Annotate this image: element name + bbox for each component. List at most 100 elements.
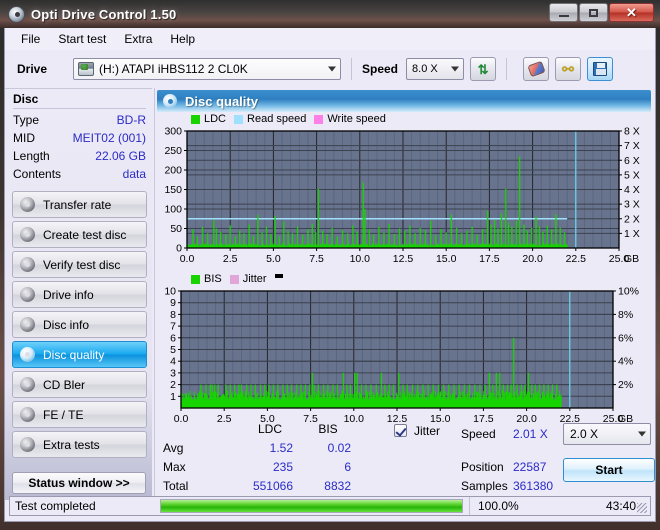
test-speed-select[interactable]: 2.0 X [563, 423, 651, 445]
progress-percent: 100.0% [469, 497, 529, 515]
ldc-chart[interactable]: 0 50 100 150 200 250 300 1 X2 X3 X4 X5 X6 X7 X8… [155, 126, 654, 268]
drive-label: Drive [17, 62, 48, 76]
svg-text:7: 7 [170, 321, 176, 333]
disc-row-mid: MID MEIT02 (001) [13, 129, 146, 147]
menu-item-file[interactable]: File [13, 30, 48, 48]
svg-text:7 X: 7 X [624, 140, 640, 152]
sidebar-item-fe-te[interactable]: FE / TE [12, 401, 147, 428]
jitter-label: Jitter [414, 424, 441, 438]
minimize-button[interactable] [549, 3, 578, 22]
menu-item-help[interactable]: Help [162, 30, 203, 48]
svg-text:22.5: 22.5 [566, 253, 587, 265]
disc-row-type: Type BD-R [13, 111, 146, 129]
stats-value-avg-bis: 0.02 [327, 441, 351, 455]
legend-label-write-speed: Write speed [327, 113, 386, 125]
disc-row-contents: Contents data [13, 165, 146, 183]
svg-text:3 X: 3 X [624, 199, 640, 211]
disc-icon [20, 197, 35, 212]
sidebar-item-disc-quality[interactable]: Disc quality [12, 341, 147, 368]
svg-text:2 X: 2 X [624, 213, 640, 225]
svg-text:50: 50 [170, 223, 182, 235]
erase-button[interactable] [523, 57, 550, 81]
stats-value-total-ldc: 551066 [252, 479, 293, 493]
speed-label: Speed [362, 62, 399, 76]
status-window-button[interactable]: Status window >> [12, 472, 146, 494]
sidebar-item-transfer-rate[interactable]: Transfer rate [12, 191, 147, 218]
svg-text:200: 200 [164, 165, 182, 177]
svg-text:4%: 4% [618, 356, 633, 368]
disc-row-label: Contents [13, 167, 62, 181]
refresh-button[interactable]: ⇅ [470, 57, 497, 81]
chart1-legend: LDC Read speed Write speed [155, 112, 654, 126]
save-button[interactable] [587, 57, 614, 81]
svg-text:10%: 10% [618, 286, 639, 298]
bolt-icon: ⚯ [562, 61, 574, 77]
menu-item-extra[interactable]: Extra [116, 30, 160, 48]
status-bar: Test completed 100.0% 43:40 [9, 496, 651, 516]
svg-text:5 X: 5 X [624, 169, 640, 181]
title-bar: Opti Drive Control 1.50 ✕ [0, 0, 660, 28]
legend-label-ldc: LDC [204, 113, 227, 125]
sidebar-item-label: FE / TE [43, 407, 84, 422]
toolbar-divider-2 [506, 58, 508, 80]
disc-row-value: BD-R [116, 113, 146, 127]
menu-bar: File Start test Extra Help [5, 28, 655, 50]
svg-text:20.0: 20.0 [522, 253, 543, 265]
maximize-button[interactable] [579, 3, 608, 22]
svg-text:250: 250 [164, 145, 182, 157]
svg-text:8: 8 [170, 309, 176, 321]
svg-text:150: 150 [164, 184, 182, 196]
sidebar-item-create-test-disc[interactable]: Create test disc [12, 221, 147, 248]
bis-chart[interactable]: 1 2 3 4 5 6 7 8 9 10 2% 4% 6% 8% 10% 0.0 2.5 5.0 7.5 10.0 12… [155, 286, 654, 428]
eraser-icon [526, 60, 546, 78]
sidebar-item-cd-bler[interactable]: CD Bler [12, 371, 147, 398]
svg-text:100: 100 [164, 204, 182, 216]
stats-value-max-bis: 6 [344, 460, 351, 474]
disc-icon [20, 227, 35, 242]
chevron-down-icon [328, 66, 336, 72]
sidebar-item-disc-info[interactable]: Disc info [12, 311, 147, 338]
svg-text:4: 4 [170, 356, 176, 368]
chart2-legend: BIS Jitter [155, 272, 654, 286]
sidebar-item-drive-info[interactable]: Drive info [12, 281, 147, 308]
svg-text:1: 1 [170, 391, 176, 403]
drive-select[interactable]: (H:) ATAPI iHBS112 2 CL0K [73, 58, 341, 80]
disc-icon [20, 257, 35, 272]
stats-value-avg-ldc: 1.52 [269, 441, 293, 455]
legend-swatch-read-speed [234, 114, 244, 124]
statistics-panel: LDC BIS Avg 1.52 0.02 Max 235 6 Total 55… [155, 420, 655, 498]
sidebar-item-label: Drive info [43, 287, 94, 302]
bolt-button[interactable]: ⚯ [555, 57, 582, 81]
disc-quality-panel: Disc quality LDC Read speed Write speed … [154, 88, 655, 500]
legend-swatch-bis [191, 274, 200, 284]
svg-text:2: 2 [170, 379, 176, 391]
svg-text:5: 5 [170, 344, 176, 356]
drive-icon [78, 62, 94, 76]
svg-text:15.0: 15.0 [436, 253, 457, 265]
application-window: Opti Drive Control 1.50 ✕ File Start tes… [0, 0, 660, 530]
resize-grip-icon[interactable] [637, 503, 647, 513]
sidebar-item-verify-test-disc[interactable]: Verify test disc [12, 251, 147, 278]
svg-text:8 X: 8 X [624, 126, 640, 138]
svg-text:0.0: 0.0 [180, 253, 195, 265]
close-button[interactable]: ✕ [609, 3, 654, 22]
svg-text:300: 300 [164, 126, 182, 138]
sidebar-item-extra-tests[interactable]: Extra tests [12, 431, 147, 458]
menu-item-start-test[interactable]: Start test [50, 30, 114, 48]
sidebar-item-label: Disc info [43, 317, 90, 332]
disc-icon [20, 437, 35, 452]
sidebar-item-label: CD Bler [43, 377, 86, 392]
stats-header-bis: BIS [318, 422, 338, 436]
stats-row-label-total: Total [163, 479, 189, 493]
disc-row-label: Length [13, 149, 50, 163]
toolbar: Drive (H:) ATAPI iHBS112 2 CL0K Speed 8.… [5, 50, 655, 88]
jitter-checkbox[interactable] [394, 424, 407, 437]
legend-marker-black [274, 274, 283, 278]
stats-row-label-max: Max [163, 460, 186, 474]
start-button[interactable]: Start [563, 458, 655, 482]
progress-bar [160, 499, 463, 513]
status-text: Test completed [15, 499, 96, 513]
sidebar-item-label: Verify test disc [43, 257, 121, 272]
speed-select[interactable]: 8.0 X [406, 58, 465, 80]
stats-value-max-ldc: 235 [272, 460, 293, 474]
